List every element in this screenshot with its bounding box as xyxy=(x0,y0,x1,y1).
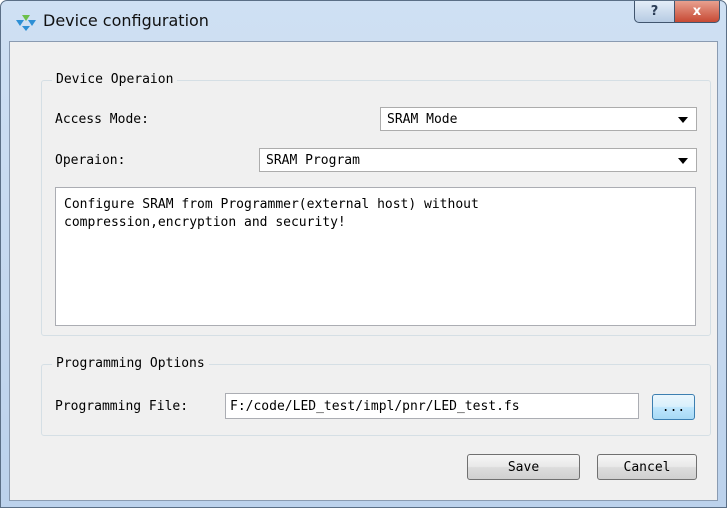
dialog-body: Device Operaion Access Mode: SRAM Mode O… xyxy=(9,41,718,501)
chevron-down-icon xyxy=(678,117,688,123)
access-mode-value: SRAM Mode xyxy=(387,111,458,127)
dialog-window: Device configuration ? x Device Operaion… xyxy=(0,0,727,508)
gowin-logo-icon xyxy=(16,15,36,31)
help-button[interactable]: ? xyxy=(634,1,674,23)
cancel-label: Cancel xyxy=(623,459,671,475)
operation-label: Operaion: xyxy=(55,153,126,168)
browse-button[interactable]: ... xyxy=(652,394,695,420)
access-mode-select[interactable]: SRAM Mode xyxy=(380,107,697,131)
browse-label: ... xyxy=(661,399,686,415)
operation-select[interactable]: SRAM Program xyxy=(259,148,697,172)
save-button[interactable]: Save xyxy=(467,454,580,480)
programming-file-label: Programming File: xyxy=(55,399,189,414)
device-operation-title: Device Operaion xyxy=(52,72,178,87)
close-button[interactable]: x xyxy=(674,1,720,23)
operation-description[interactable]: Configure SRAM from Programmer(external … xyxy=(55,187,696,326)
programming-options-title: Programming Options xyxy=(52,356,209,371)
save-label: Save xyxy=(507,459,540,475)
access-mode-label: Access Mode: xyxy=(55,112,149,127)
operation-value: SRAM Program xyxy=(266,152,360,168)
programming-file-input[interactable]: F:/code/LED_test/impl/pnr/LED_test.fs xyxy=(225,393,639,419)
title-buttons: ? x xyxy=(634,1,720,23)
title-bar[interactable]: Device configuration ? x xyxy=(1,1,726,41)
help-icon: ? xyxy=(650,4,659,19)
window-title: Device configuration xyxy=(43,11,209,30)
chevron-down-icon xyxy=(678,158,688,164)
close-icon: x xyxy=(692,4,702,19)
cancel-button[interactable]: Cancel xyxy=(597,454,697,480)
programming-file-value: F:/code/LED_test/impl/pnr/LED_test.fs xyxy=(230,398,520,414)
